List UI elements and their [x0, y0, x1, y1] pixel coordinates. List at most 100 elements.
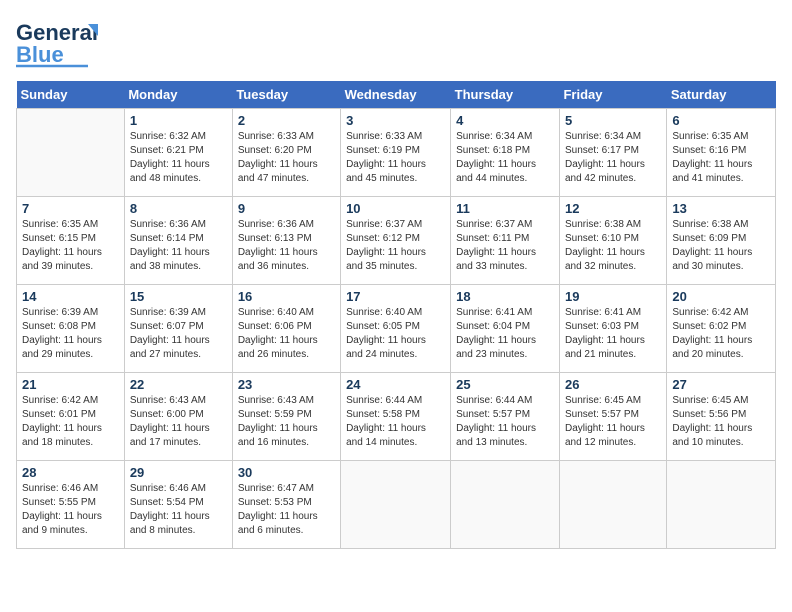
day-number: 25	[456, 377, 554, 392]
day-number: 24	[346, 377, 445, 392]
calendar-day-cell: 22 Sunrise: 6:43 AMSunset: 6:00 PMDayligh…	[124, 373, 232, 461]
day-number: 15	[130, 289, 227, 304]
weekday-header-cell: Sunday	[17, 81, 125, 109]
day-number: 28	[22, 465, 119, 480]
day-number: 26	[565, 377, 661, 392]
calendar-week-row: 28 Sunrise: 6:46 AMSunset: 5:55 PMDayligh…	[17, 461, 776, 549]
calendar-day-cell: 4Sunrise: 6:34 AMSunset: 6:18 PMDaylight…	[451, 109, 560, 197]
day-number: 8	[130, 201, 227, 216]
day-info: Sunrise: 6:43 AMSunset: 6:00 PMDaylight:…	[130, 394, 227, 450]
day-info: Sunrise: 6:37 AMSunset: 6:12 PMDaylight:…	[346, 218, 445, 274]
calendar-day-cell: 12 Sunrise: 6:38 AMSunset: 6:10 PMDayligh…	[559, 197, 666, 285]
day-number: 13	[672, 201, 770, 216]
calendar-day-cell	[341, 461, 451, 549]
calendar-day-cell: 25Sunrise: 6:44 AMSunset: 5:57 PMDayligh…	[451, 373, 560, 461]
calendar-day-cell: 24 Sunrise: 6:44 AMSunset: 5:58 PMDayligh…	[341, 373, 451, 461]
day-info: Sunrise: 6:33 AMSunset: 6:20 PMDaylight:…	[238, 130, 335, 186]
day-info: Sunrise: 6:45 AMSunset: 5:57 PMDaylight:…	[565, 394, 661, 450]
calendar-day-cell: 19Sunrise: 6:41 AMSunset: 6:03 PMDayligh…	[559, 285, 666, 373]
calendar-table: SundayMondayTuesdayWednesdayThursdayFrid…	[16, 81, 776, 549]
day-number: 22	[130, 377, 227, 392]
calendar-day-cell: 8 Sunrise: 6:36 AMSunset: 6:14 PMDaylight…	[124, 197, 232, 285]
calendar-day-cell: 20 Sunrise: 6:42 AMSunset: 6:02 PMDayligh…	[667, 285, 776, 373]
calendar-day-cell: 3 Sunrise: 6:33 AMSunset: 6:19 PMDaylight…	[341, 109, 451, 197]
day-info: Sunrise: 6:46 AMSunset: 5:55 PMDaylight:…	[22, 482, 119, 538]
weekday-header-cell: Monday	[124, 81, 232, 109]
day-info: Sunrise: 6:35 AMSunset: 6:15 PMDaylight:…	[22, 218, 119, 274]
day-number: 12	[565, 201, 661, 216]
day-number: 9	[238, 201, 335, 216]
calendar-day-cell: 9 Sunrise: 6:36 AMSunset: 6:13 PMDaylight…	[232, 197, 340, 285]
day-info: Sunrise: 6:43 AMSunset: 5:59 PMDaylight:…	[238, 394, 335, 450]
logo: General Blue	[16, 16, 106, 73]
day-number: 16	[238, 289, 335, 304]
calendar-day-cell: 21 Sunrise: 6:42 AMSunset: 6:01 PMDayligh…	[17, 373, 125, 461]
day-info: Sunrise: 6:39 AMSunset: 6:08 PMDaylight:…	[22, 306, 119, 362]
calendar-day-cell: 27 Sunrise: 6:45 AMSunset: 5:56 PMDayligh…	[667, 373, 776, 461]
day-info: Sunrise: 6:36 AMSunset: 6:13 PMDaylight:…	[238, 218, 335, 274]
calendar-week-row: 7 Sunrise: 6:35 AMSunset: 6:15 PMDaylight…	[17, 197, 776, 285]
weekday-header-cell: Thursday	[451, 81, 560, 109]
day-info: Sunrise: 6:36 AMSunset: 6:14 PMDaylight:…	[130, 218, 227, 274]
calendar-day-cell: 18Sunrise: 6:41 AMSunset: 6:04 PMDayligh…	[451, 285, 560, 373]
weekday-header-row: SundayMondayTuesdayWednesdayThursdayFrid…	[17, 81, 776, 109]
calendar-day-cell: 2Sunrise: 6:33 AMSunset: 6:20 PMDaylight…	[232, 109, 340, 197]
day-info: Sunrise: 6:33 AMSunset: 6:19 PMDaylight:…	[346, 130, 445, 186]
day-info: Sunrise: 6:45 AMSunset: 5:56 PMDaylight:…	[672, 394, 770, 450]
day-number: 29	[130, 465, 227, 480]
day-number: 3	[346, 113, 445, 128]
weekday-header-cell: Tuesday	[232, 81, 340, 109]
day-info: Sunrise: 6:44 AMSunset: 5:58 PMDaylight:…	[346, 394, 445, 450]
day-number: 21	[22, 377, 119, 392]
day-number: 10	[346, 201, 445, 216]
day-info: Sunrise: 6:39 AMSunset: 6:07 PMDaylight:…	[130, 306, 227, 362]
logo-svg: General Blue	[16, 16, 106, 68]
day-info: Sunrise: 6:38 AMSunset: 6:09 PMDaylight:…	[672, 218, 770, 274]
day-number: 6	[672, 113, 770, 128]
calendar-day-cell: 29 Sunrise: 6:46 AMSunset: 5:54 PMDayligh…	[124, 461, 232, 549]
day-number: 27	[672, 377, 770, 392]
calendar-day-cell: 28 Sunrise: 6:46 AMSunset: 5:55 PMDayligh…	[17, 461, 125, 549]
day-number: 19	[565, 289, 661, 304]
calendar-week-row: 1 Sunrise: 6:32 AMSunset: 6:21 PMDaylight…	[17, 109, 776, 197]
calendar-day-cell	[17, 109, 125, 197]
day-info: Sunrise: 6:38 AMSunset: 6:10 PMDaylight:…	[565, 218, 661, 274]
day-number: 23	[238, 377, 335, 392]
day-number: 17	[346, 289, 445, 304]
calendar-week-row: 21 Sunrise: 6:42 AMSunset: 6:01 PMDayligh…	[17, 373, 776, 461]
day-info: Sunrise: 6:32 AMSunset: 6:21 PMDaylight:…	[130, 130, 227, 186]
day-info: Sunrise: 6:41 AMSunset: 6:04 PMDaylight:…	[456, 306, 554, 362]
day-info: Sunrise: 6:37 AMSunset: 6:11 PMDaylight:…	[456, 218, 554, 274]
svg-text:Blue: Blue	[16, 42, 64, 67]
page-header: General Blue	[16, 16, 776, 73]
day-number: 1	[130, 113, 227, 128]
day-info: Sunrise: 6:42 AMSunset: 6:02 PMDaylight:…	[672, 306, 770, 362]
calendar-day-cell: 7 Sunrise: 6:35 AMSunset: 6:15 PMDaylight…	[17, 197, 125, 285]
calendar-day-cell: 1 Sunrise: 6:32 AMSunset: 6:21 PMDaylight…	[124, 109, 232, 197]
calendar-day-cell	[559, 461, 666, 549]
day-info: Sunrise: 6:42 AMSunset: 6:01 PMDaylight:…	[22, 394, 119, 450]
day-number: 11	[456, 201, 554, 216]
day-info: Sunrise: 6:35 AMSunset: 6:16 PMDaylight:…	[672, 130, 770, 186]
day-info: Sunrise: 6:46 AMSunset: 5:54 PMDaylight:…	[130, 482, 227, 538]
calendar-day-cell: 30Sunrise: 6:47 AMSunset: 5:53 PMDayligh…	[232, 461, 340, 549]
calendar-day-cell	[451, 461, 560, 549]
day-number: 7	[22, 201, 119, 216]
calendar-week-row: 14 Sunrise: 6:39 AMSunset: 6:08 PMDayligh…	[17, 285, 776, 373]
day-number: 14	[22, 289, 119, 304]
calendar-day-cell: 5Sunrise: 6:34 AMSunset: 6:17 PMDaylight…	[559, 109, 666, 197]
day-number: 20	[672, 289, 770, 304]
calendar-day-cell: 6 Sunrise: 6:35 AMSunset: 6:16 PMDaylight…	[667, 109, 776, 197]
calendar-day-cell: 17 Sunrise: 6:40 AMSunset: 6:05 PMDayligh…	[341, 285, 451, 373]
calendar-body: 1 Sunrise: 6:32 AMSunset: 6:21 PMDaylight…	[17, 109, 776, 549]
calendar-day-cell: 14 Sunrise: 6:39 AMSunset: 6:08 PMDayligh…	[17, 285, 125, 373]
day-number: 4	[456, 113, 554, 128]
day-info: Sunrise: 6:40 AMSunset: 6:05 PMDaylight:…	[346, 306, 445, 362]
calendar-day-cell: 13 Sunrise: 6:38 AMSunset: 6:09 PMDayligh…	[667, 197, 776, 285]
day-info: Sunrise: 6:34 AMSunset: 6:17 PMDaylight:…	[565, 130, 661, 186]
day-info: Sunrise: 6:47 AMSunset: 5:53 PMDaylight:…	[238, 482, 335, 538]
calendar-day-cell: 23 Sunrise: 6:43 AMSunset: 5:59 PMDayligh…	[232, 373, 340, 461]
day-info: Sunrise: 6:40 AMSunset: 6:06 PMDaylight:…	[238, 306, 335, 362]
weekday-header-cell: Saturday	[667, 81, 776, 109]
weekday-header-cell: Wednesday	[341, 81, 451, 109]
